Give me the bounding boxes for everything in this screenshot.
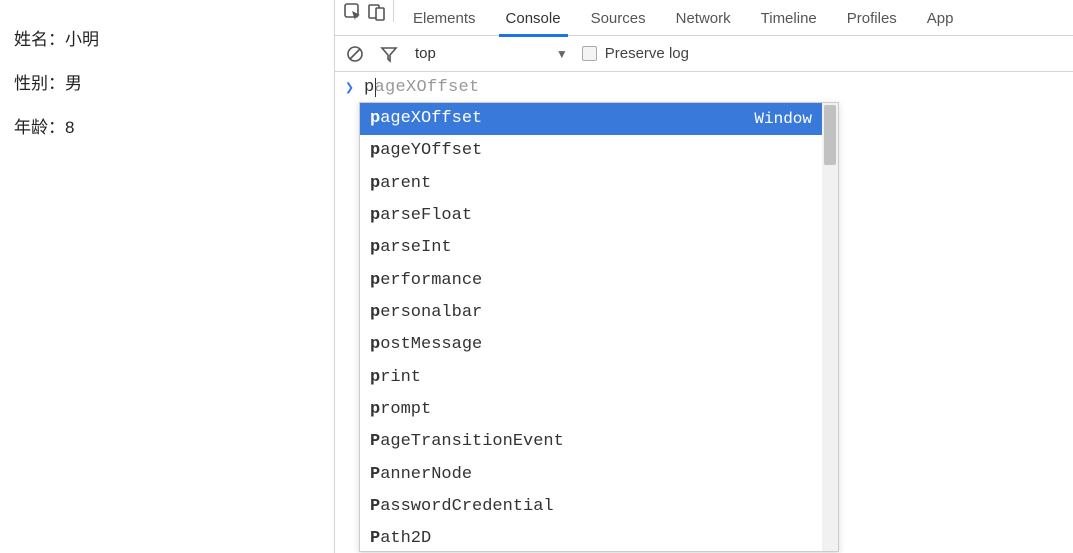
autocomplete-item[interactable]: pageYOffset (360, 135, 822, 167)
info-line-name: 姓名：小明 (14, 18, 320, 62)
autocomplete-item[interactable]: personalbar (360, 297, 822, 329)
preserve-log-checkbox[interactable]: Preserve log (582, 45, 689, 62)
page-content: 姓名：小明 性别：男 年龄：8 (0, 0, 335, 553)
autocomplete-item-label: pageXOffset (370, 106, 482, 132)
autocomplete-item[interactable]: prompt (360, 394, 822, 426)
device-toolbar-icon[interactable] (365, 0, 389, 24)
tab-network[interactable]: Network (661, 0, 746, 36)
filter-icon[interactable] (377, 42, 401, 66)
prompt-caret-icon: ❯ (345, 78, 354, 97)
console-toolbar: top ▼ Preserve log (335, 36, 1073, 72)
autocomplete-item-label: parent (370, 171, 431, 197)
autocomplete-item[interactable]: PasswordCredential (360, 491, 822, 523)
autocomplete-item-label: PasswordCredential (370, 494, 554, 520)
autocomplete-item[interactable]: postMessage (360, 329, 822, 361)
tab-elements[interactable]: Elements (398, 0, 491, 36)
context-selector[interactable]: top ▼ (411, 45, 572, 62)
autocomplete-popup: pageXOffset Window pageYOffset parent parseF… (359, 102, 839, 552)
autocomplete-item-label: pageYOffset (370, 138, 482, 164)
autocomplete-item-label: parseFloat (370, 203, 472, 229)
tab-console[interactable]: Console (491, 0, 576, 36)
autocomplete-item[interactable]: PageTransitionEvent (360, 426, 822, 458)
autocomplete-item[interactable]: pageXOffset Window (360, 103, 822, 135)
autocomplete-item-label: Path2D (370, 526, 431, 551)
tab-profiles[interactable]: Profiles (832, 0, 912, 36)
autocomplete-item-label: PannerNode (370, 462, 472, 488)
autocomplete-item-origin: Window (754, 107, 812, 132)
autocomplete-item-label: personalbar (370, 300, 482, 326)
scrollbar-thumb[interactable] (824, 105, 836, 165)
toolbar-divider (393, 0, 394, 22)
autocomplete-scrollbar[interactable] (822, 103, 838, 551)
tab-app[interactable]: App (912, 0, 969, 36)
devtools-panel: Elements Console Sources Network Timelin… (335, 0, 1073, 553)
preserve-log-label: Preserve log (605, 45, 689, 62)
chevron-down-icon: ▼ (556, 47, 568, 61)
tab-sources[interactable]: Sources (576, 0, 661, 36)
autocomplete-item-label: print (370, 365, 421, 391)
devtools-tabbar: Elements Console Sources Network Timelin… (335, 0, 1073, 36)
autocomplete-item-label: postMessage (370, 332, 482, 358)
tab-timeline[interactable]: Timeline (746, 0, 832, 36)
clear-console-icon[interactable] (343, 42, 367, 66)
checkbox-box (582, 46, 597, 61)
info-line-age: 年龄：8 (14, 106, 320, 150)
autocomplete-item[interactable]: parseFloat (360, 200, 822, 232)
console-body: ❯ pageXOffset pageXOffset Window pageYOffs… (335, 72, 1073, 553)
autocomplete-item-label: parseInt (370, 235, 452, 261)
context-selector-label: top (415, 45, 436, 62)
autocomplete-item[interactable]: performance (360, 265, 822, 297)
console-prompt[interactable]: ❯ pageXOffset (345, 78, 1063, 97)
autocomplete-item[interactable]: parent (360, 168, 822, 200)
autocomplete-item[interactable]: PannerNode (360, 459, 822, 491)
inspect-element-icon[interactable] (341, 0, 365, 24)
autocomplete-item-label: PageTransitionEvent (370, 429, 564, 455)
info-line-gender: 性别：男 (14, 62, 320, 106)
autocomplete-item[interactable]: Path2D (360, 523, 822, 551)
autocomplete-item[interactable]: parseInt (360, 232, 822, 264)
autocomplete-item-label: performance (370, 268, 482, 294)
autocomplete-item-label: prompt (370, 397, 431, 423)
autocomplete-item[interactable]: print (360, 362, 822, 394)
autocomplete-list: pageXOffset Window pageYOffset parent parseF… (360, 103, 822, 551)
console-input[interactable]: pageXOffset (364, 78, 480, 97)
